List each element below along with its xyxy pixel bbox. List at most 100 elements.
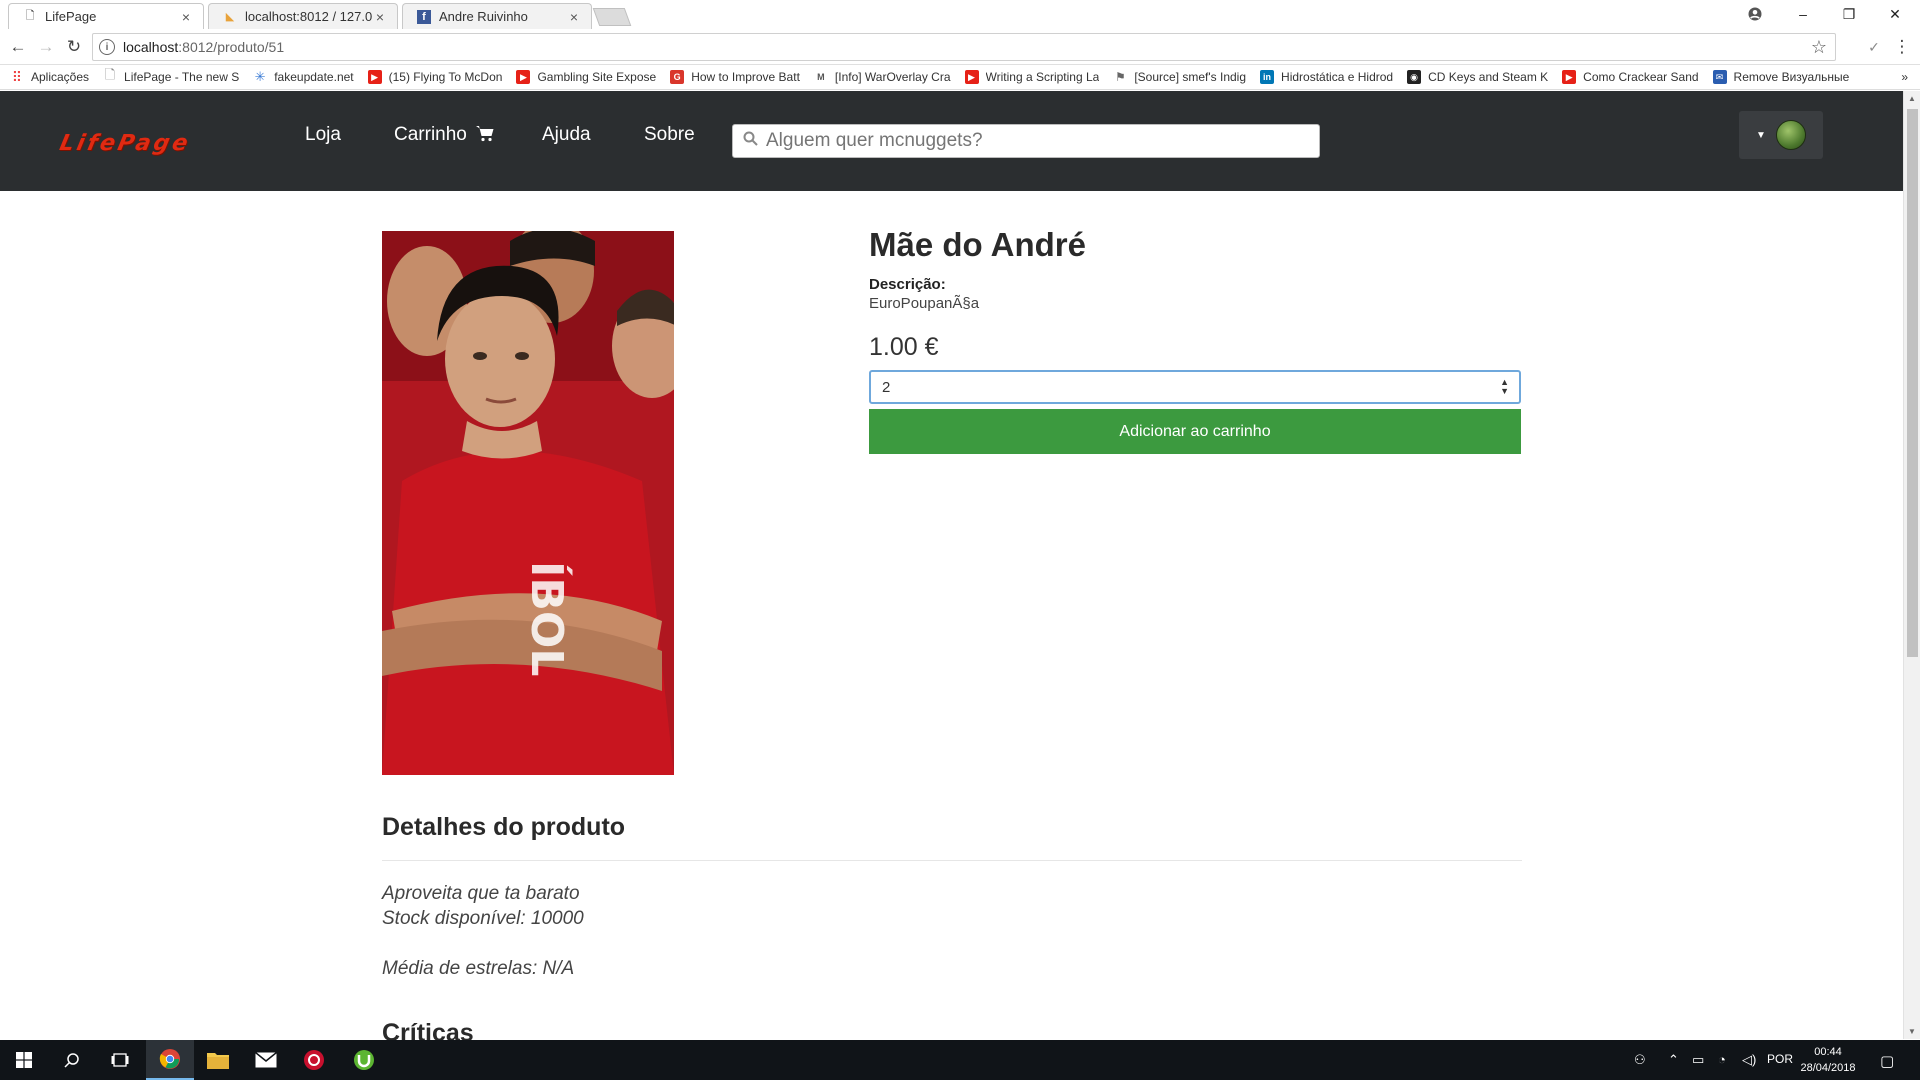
bookmarks-bar: ⠿ Aplicações 🗋 LifePage - The new S ✳ fakeu…	[0, 65, 1920, 90]
facebook-icon: f	[417, 9, 431, 24]
tab-title: LifePage	[45, 9, 97, 24]
close-tab-icon[interactable]: ×	[373, 9, 387, 25]
nav-sobre[interactable]: Sobre	[644, 124, 695, 146]
site-logo[interactable]: LifePage	[57, 131, 193, 156]
bookmark-item[interactable]: in Hidrostática e Hidrod	[1260, 70, 1393, 84]
apps-grid-icon: ⠿	[11, 68, 23, 85]
site-navbar: LifePage Loja Carrinho Ajuda Sobre ▼	[0, 91, 1903, 191]
mail-icon: ✉	[1712, 70, 1727, 84]
search-icon[interactable]	[48, 1040, 96, 1080]
caret-down-icon: ▼	[1756, 129, 1766, 141]
bookmark-item[interactable]: ▶ Gambling Site Expose	[516, 70, 656, 84]
back-arrow-icon[interactable]: ←	[6, 35, 30, 59]
close-window-icon[interactable]: ✕	[1872, 0, 1918, 28]
add-to-cart-button[interactable]: Adicionar ao carrinho	[869, 409, 1521, 454]
wifi-icon[interactable]: ◔	[1718, 1052, 1726, 1067]
bookmark-item[interactable]: ⚑ [Source] smef's Indig	[1113, 70, 1246, 84]
avatar	[1775, 120, 1806, 150]
youtube-icon: ▶	[964, 70, 979, 84]
nav-carrinho-label: Carrinho	[394, 124, 467, 145]
description-text: EuroPoupanÃ§a	[869, 295, 980, 312]
page-scrollbar[interactable]: ▲ ▼	[1903, 91, 1920, 1039]
browser-toolbar: ← → ↻ i localhost:8012/produto/51 ☆ ✓ ⋮	[0, 29, 1920, 65]
bookmark-item[interactable]: G How to Improve Batt	[670, 70, 800, 84]
chrome-icon[interactable]	[146, 1040, 194, 1080]
volume-icon[interactable]: ◁)	[1742, 1052, 1756, 1068]
task-view-icon[interactable]	[96, 1040, 144, 1080]
g-icon: G	[670, 70, 685, 84]
chevron-up-icon[interactable]: ⌃	[1668, 1052, 1679, 1068]
windows-start-icon[interactable]	[0, 1040, 48, 1080]
bookmark-item[interactable]: ▶ Como Crackear Sand	[1562, 70, 1699, 84]
tab-lifepage[interactable]: 🗋 LifePage ×	[8, 3, 204, 29]
stock-text: Stock disponível: 10000	[382, 908, 584, 929]
browser-tab-strip: 🗋 LifePage × ◣ localhost:8012 / 127.0.0.…	[0, 0, 1920, 29]
close-tab-icon[interactable]: ×	[179, 9, 193, 25]
url-host: localhost	[123, 39, 179, 55]
youtube-icon: ▶	[516, 70, 531, 84]
details-heading: Detalhes do produto	[382, 813, 626, 841]
info-icon[interactable]: i	[99, 39, 115, 55]
page-icon: 🗋	[104, 67, 116, 82]
tab-phpmyadmin[interactable]: ◣ localhost:8012 / 127.0.0.1 ×	[208, 3, 398, 29]
youtube-icon: ▶	[367, 70, 382, 84]
notification-icon[interactable]: ▢	[1880, 1052, 1894, 1070]
restore-window-icon[interactable]: ❐	[1826, 0, 1872, 28]
phpmyadmin-icon: ◣	[225, 11, 235, 23]
menu-kebab-icon[interactable]: ⋮	[1890, 35, 1914, 59]
minimize-window-icon[interactable]: –	[1780, 0, 1826, 28]
m-icon: M	[817, 72, 825, 82]
steam-icon: ◉	[1407, 70, 1422, 84]
loader-icon: ✳	[254, 69, 266, 84]
scroll-up-icon[interactable]: ▲	[1908, 94, 1916, 103]
tab-title: localhost:8012 / 127.0.0.1	[245, 9, 373, 24]
nav-carrinho[interactable]: Carrinho	[394, 124, 494, 148]
nav-ajuda[interactable]: Ajuda	[542, 124, 591, 146]
svg-text:ÍBOL: ÍBOL	[521, 561, 574, 676]
bookmark-star-icon[interactable]: ☆	[1811, 37, 1827, 58]
address-bar[interactable]: i localhost:8012/produto/51 ☆	[92, 33, 1836, 61]
bookmark-item[interactable]: 🗋 LifePage - The new S	[103, 67, 239, 84]
bookmark-item[interactable]: ✉ Remove Визуальные	[1712, 70, 1849, 84]
search-box	[732, 124, 1320, 158]
bookmark-item[interactable]: ◉ CD Keys and Steam K	[1407, 70, 1548, 84]
user-menu[interactable]: ▼	[1739, 111, 1823, 159]
reload-icon[interactable]: ↻	[62, 35, 86, 59]
scroll-down-icon[interactable]: ▼	[1908, 1027, 1916, 1036]
cart-icon	[476, 125, 494, 148]
bookmark-item[interactable]: ▶ (15) Flying To McDon	[367, 70, 502, 84]
nav-loja[interactable]: Loja	[305, 124, 341, 146]
bookmark-item[interactable]: ⠿ Aplicações	[10, 68, 89, 85]
search-input[interactable]	[766, 130, 1306, 152]
forward-arrow-icon[interactable]: →	[34, 35, 58, 59]
close-tab-icon[interactable]: ×	[567, 9, 581, 25]
quantity-value: 2	[882, 378, 891, 396]
tab-facebook[interactable]: f Andre Ruivinho ×	[402, 3, 592, 29]
mail-icon[interactable]	[242, 1040, 290, 1080]
file-explorer-icon[interactable]	[194, 1040, 242, 1080]
bookmark-item[interactable]: M [Info] WarOverlay Cra	[814, 70, 950, 84]
spinner-arrows-icon[interactable]: ▲ ▼	[1500, 378, 1509, 396]
url-path: :8012/produto/51	[178, 39, 285, 55]
product-title: Mãe do André	[869, 226, 1086, 263]
clock[interactable]: 00:44 28/04/2018	[1790, 1044, 1866, 1076]
more-bookmarks-icon[interactable]: »	[1901, 70, 1908, 84]
flag-icon: ⚑	[1114, 70, 1126, 84]
bookmark-item[interactable]: ▶ Writing a Scripting La	[964, 70, 1099, 84]
bookmark-item[interactable]: ✳ fakeupdate.net	[253, 69, 354, 84]
details-text: Aproveita que ta barato	[382, 883, 580, 904]
profile-icon[interactable]	[1732, 0, 1778, 28]
extension-check-icon[interactable]: ✓	[1862, 35, 1886, 59]
quantity-stepper[interactable]: 2 ▲ ▼	[869, 370, 1521, 404]
clock-date: 28/04/2018	[1800, 1062, 1856, 1074]
youtube-icon: ▶	[1562, 70, 1577, 84]
people-icon[interactable]: ⚇	[1634, 1052, 1646, 1068]
scrollbar-thumb[interactable]	[1907, 109, 1918, 657]
app-red-icon[interactable]	[290, 1040, 338, 1080]
product-image: ÍBOL	[382, 231, 674, 775]
utorrent-icon[interactable]	[340, 1040, 388, 1080]
battery-icon[interactable]: ▭	[1692, 1052, 1704, 1068]
product-price: 1.00 €	[869, 333, 939, 361]
new-tab-button[interactable]	[592, 8, 632, 26]
divider	[382, 860, 1522, 861]
